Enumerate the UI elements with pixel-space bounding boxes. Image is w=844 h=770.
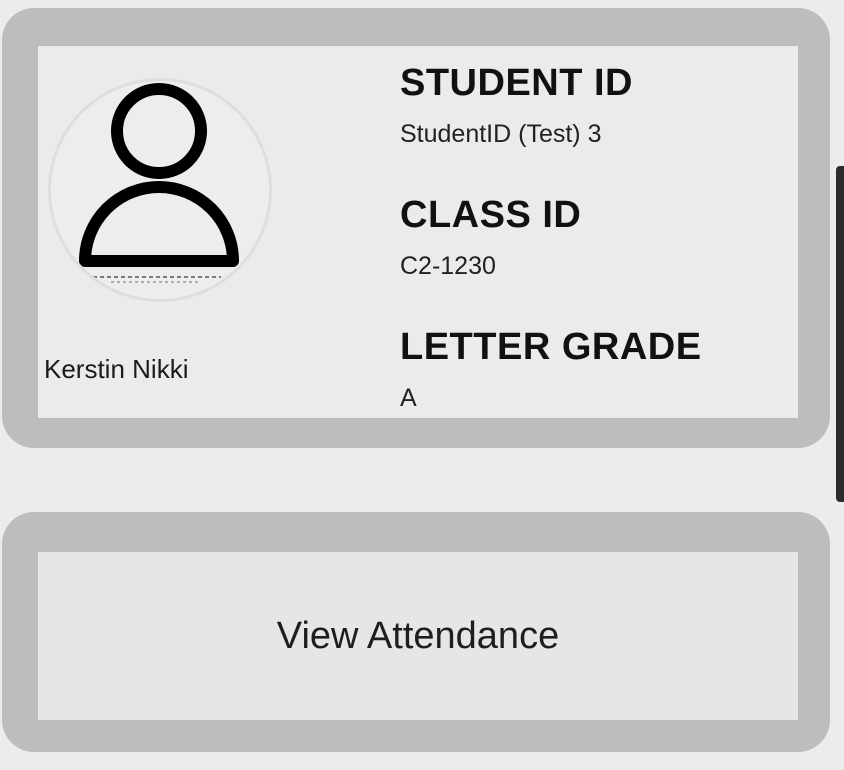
- student-id-value: StudentID (Test) 3: [400, 120, 602, 148]
- student-detail-screen: Kerstin Nikki STUDENT ID StudentID (Test…: [0, 0, 844, 770]
- view-attendance-button[interactable]: View Attendance: [38, 552, 798, 720]
- view-attendance-card: View Attendance: [2, 512, 830, 752]
- view-attendance-label: View Attendance: [276, 614, 560, 657]
- class-id-value: C2-1230: [400, 252, 496, 280]
- student-info-panel: Kerstin Nikki STUDENT ID StudentID (Test…: [38, 46, 798, 418]
- student-name: Kerstin Nikki: [44, 354, 189, 384]
- letter-grade-value: A: [400, 384, 417, 412]
- person-placeholder-icon: [79, 83, 239, 283]
- student-info-card: Kerstin Nikki STUDENT ID StudentID (Test…: [2, 8, 830, 448]
- avatar: [48, 78, 272, 302]
- scrollbar[interactable]: [836, 166, 844, 502]
- letter-grade-label: LETTER GRADE: [400, 326, 702, 368]
- student-id-label: STUDENT ID: [400, 62, 633, 104]
- class-id-label: CLASS ID: [400, 194, 582, 236]
